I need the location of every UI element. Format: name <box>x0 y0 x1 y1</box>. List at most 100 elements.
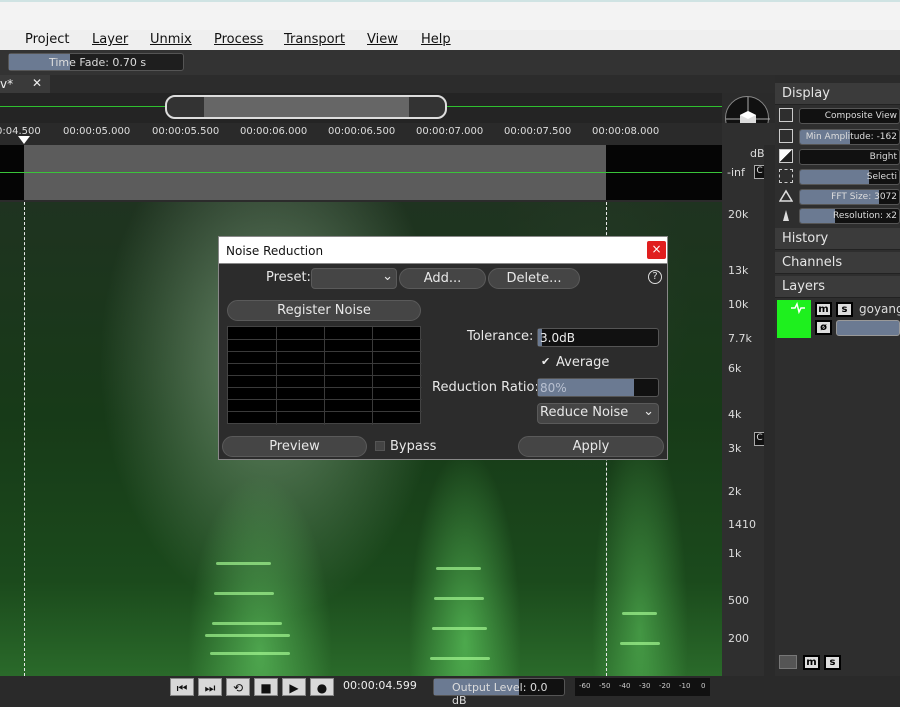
harmonic <box>212 622 282 625</box>
freq-label: 6k <box>728 362 742 375</box>
record-button[interactable]: ● <box>310 678 334 696</box>
playhead-marker-icon[interactable] <box>18 136 30 145</box>
harmonic <box>205 634 290 637</box>
history-header[interactable]: History <box>775 228 900 250</box>
dialog-titlebar[interactable]: Noise Reduction <box>218 236 668 264</box>
time-ruler[interactable]: 0:04.500 00:00:05.000 00:00:05.500 00:00… <box>0 123 722 145</box>
meter-label: 0 <box>701 682 706 690</box>
vertical-scrollbar[interactable] <box>764 145 775 676</box>
display-row-brightness[interactable]: Bright <box>775 148 900 166</box>
title-strip-accent <box>0 0 900 2</box>
loop-button[interactable]: ⟲ <box>226 678 250 696</box>
output-level-slider[interactable]: Output Level: 0.0 dB <box>433 678 565 707</box>
stop-button[interactable]: ■ <box>254 678 278 696</box>
skip-start-button[interactable]: ⏮ <box>170 678 194 696</box>
play-button[interactable]: ▶ <box>282 678 306 696</box>
layer-name[interactable]: goyang <box>859 302 900 316</box>
register-noise-button[interactable]: Register Noise <box>227 300 421 321</box>
display-row-resolution[interactable]: Resolution: x2 <box>775 207 900 225</box>
freq-label: 10k <box>728 298 749 311</box>
title-strip <box>0 0 900 30</box>
meter-label: -10 <box>679 682 691 690</box>
selection-label: Selecti <box>866 172 897 182</box>
selection-start-line[interactable] <box>24 202 25 676</box>
output-level-label: Output Level: 0.0 dB <box>452 681 548 707</box>
min-amplitude-label: Min Amplitude: -162 <box>805 132 897 142</box>
freq-label: 500 <box>728 594 749 607</box>
waveform-view[interactable] <box>0 145 722 200</box>
global-solo-button[interactable]: s <box>824 655 841 670</box>
display-row-fft[interactable]: FFT Size: 3072 <box>775 188 900 206</box>
menu-layer[interactable]: Layer <box>92 32 128 47</box>
menu-unmix[interactable]: Unmix <box>150 32 192 47</box>
freq-label: 200 <box>728 632 749 645</box>
fft-size-label: FFT Size: 3072 <box>831 192 897 202</box>
freq-label: 4k <box>728 408 742 421</box>
reduction-ratio-value: 80% <box>540 381 567 395</box>
composite-view-label: Composite View <box>824 111 897 121</box>
time-fade-slider[interactable]: Time Fade: 0.70 s <box>8 53 184 71</box>
harmonic <box>210 652 290 655</box>
time-label: 00:00:05.500 <box>152 126 220 137</box>
chevron-down-icon: ⌄ <box>643 404 654 419</box>
harmonic <box>214 592 274 595</box>
layer-mute-button[interactable]: m <box>815 302 832 317</box>
chevron-down-icon: ⌄ <box>382 269 393 284</box>
close-icon[interactable]: × <box>647 241 666 259</box>
inf-label: -inf <box>727 166 745 179</box>
layer-gain-slider[interactable] <box>836 320 900 336</box>
menu-help[interactable]: Help <box>421 32 451 47</box>
amplitude-icon <box>779 129 793 143</box>
preset-select[interactable]: ⌄ <box>311 268 397 289</box>
bypass-checkbox[interactable] <box>375 441 385 451</box>
waveform-line <box>0 172 722 173</box>
display-row-composite[interactable]: Composite View <box>775 107 900 125</box>
layers-header[interactable]: Layers <box>775 276 900 298</box>
view-range-selection[interactable] <box>204 97 409 117</box>
time-label: 00:00:05.000 <box>63 126 131 137</box>
average-checkbox[interactable]: ✔ <box>541 355 550 368</box>
skip-end-button[interactable]: ⏭ <box>198 678 222 696</box>
display-header[interactable]: Display <box>775 83 900 105</box>
display-row-amplitude[interactable]: Min Amplitude: -162 <box>775 128 900 146</box>
freq-label: 2k <box>728 485 742 498</box>
add-preset-button[interactable]: Add... <box>399 268 486 289</box>
harmonic <box>434 597 484 600</box>
freq-label: 13k <box>728 264 749 277</box>
display-row-selection[interactable]: Selecti <box>775 168 900 186</box>
preview-button[interactable]: Preview <box>222 436 367 457</box>
menu-transport[interactable]: Transport <box>284 32 345 47</box>
time-label: 00:00:07.000 <box>416 126 484 137</box>
menu-process[interactable]: Process <box>214 32 263 47</box>
view-range-scrollbar[interactable] <box>165 95 447 119</box>
channels-header[interactable]: Channels <box>775 252 900 274</box>
tolerance-slider[interactable]: 3.0dB <box>537 328 659 347</box>
layer-phase-button[interactable]: ø <box>815 320 832 335</box>
layer-solo-button[interactable]: s <box>836 302 853 317</box>
level-meter: -60 -50 -40 -30 -20 -10 0 <box>575 678 710 696</box>
freq-label: 3k <box>728 442 742 455</box>
panel-bottom-placeholder[interactable] <box>779 655 797 669</box>
mode-select[interactable]: Reduce Noise ⌄ <box>537 403 659 424</box>
harmonic <box>216 562 271 565</box>
layer-color-swatch[interactable] <box>777 300 811 338</box>
preset-label: Preset: <box>266 270 311 285</box>
mode-value: Reduce Noise <box>540 405 629 420</box>
menu-project[interactable]: Project <box>25 32 69 47</box>
file-tab-label: v* <box>0 77 14 91</box>
help-icon[interactable]: ? <box>648 270 662 284</box>
reduction-ratio-label: Reduction Ratio: <box>432 380 539 395</box>
menu-view[interactable]: View <box>367 32 398 47</box>
delete-preset-button[interactable]: Delete... <box>488 268 580 289</box>
menu-bar: Project Layer Unmix Process Transport Vi… <box>0 30 900 50</box>
freq-label: 7.7k <box>728 332 752 345</box>
harmonic <box>620 642 660 645</box>
close-tab-icon[interactable]: ✕ <box>32 76 42 90</box>
reduction-ratio-slider[interactable]: 80% <box>537 378 659 397</box>
apply-button[interactable]: Apply <box>518 436 664 457</box>
resolution-label: Resolution: x2 <box>833 211 897 221</box>
average-label: Average <box>556 355 610 370</box>
global-mute-button[interactable]: m <box>803 655 820 670</box>
harmonic <box>622 612 657 615</box>
file-tab[interactable]: v* ✕ <box>0 75 50 93</box>
